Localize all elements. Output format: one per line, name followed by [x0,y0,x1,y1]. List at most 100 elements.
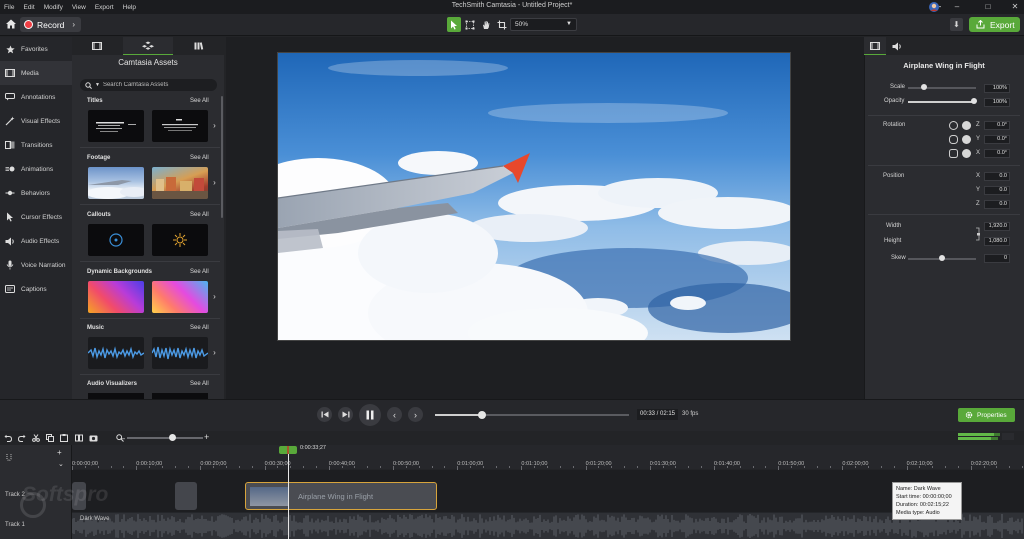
sidebar-item-voice-narration[interactable]: Voice Narration [0,253,72,277]
rotation-x-field[interactable]: 0.0° [984,149,1010,158]
opacity-slider-knob[interactable] [971,98,977,104]
chevron-right-icon[interactable]: › [210,120,219,132]
asset-thumbnail-footage-2[interactable] [152,167,208,199]
see-all-link[interactable]: See All [190,98,209,104]
video-canvas[interactable] [277,52,791,341]
asset-thumbnail-footage-1[interactable] [88,167,144,199]
see-all-link[interactable]: See All [190,381,209,387]
opacity-value-field[interactable]: 100% [984,98,1010,107]
paste-icon[interactable] [59,433,69,443]
minimize-icon[interactable]: – [950,1,964,12]
menu-export[interactable]: Export [95,4,114,11]
asset-thumbnail-background-2[interactable] [152,281,208,313]
tab-library[interactable] [173,37,224,55]
skew-slider-knob[interactable] [939,255,945,261]
assets-scrollbar[interactable] [221,96,223,218]
see-all-link[interactable]: See All [190,325,209,331]
asset-thumbnail-title-2[interactable] [152,110,208,142]
rotation-z-dial[interactable] [962,121,971,130]
chevron-down-icon[interactable]: ⌄ [58,460,66,468]
asset-thumbnail-title-1[interactable] [88,110,144,142]
sidebar-item-visual-effects[interactable]: Visual Effects [0,109,72,133]
menu-help[interactable]: Help [123,4,136,11]
menu-edit[interactable]: Edit [23,4,34,11]
add-track-icon[interactable]: + [57,448,65,457]
pan-tool[interactable] [479,17,493,32]
chevron-right-icon[interactable]: › [210,177,219,189]
sidebar-item-annotations[interactable]: Annotations [0,85,72,109]
sidebar-item-transitions[interactable]: Transitions [0,133,72,157]
split-icon[interactable] [74,433,84,443]
sidebar-item-cursor-effects[interactable]: Cursor Effects [0,205,72,229]
maximize-icon[interactable]: □ [981,1,995,12]
menu-file[interactable]: File [4,4,14,11]
timeline-zoom-track[interactable] [127,437,203,439]
rotation-z-field[interactable]: 0.0° [984,121,1010,130]
position-x-field[interactable]: 0.0 [984,172,1010,181]
sidebar-item-captions[interactable]: Captions [0,277,72,301]
rotation-x-dial[interactable] [962,149,971,158]
sidebar-item-audio-effects[interactable]: Audio Effects [0,229,72,253]
previous-button[interactable]: ‹ [387,407,402,422]
width-field[interactable]: 1,920.0 [984,222,1010,231]
menu-view[interactable]: View [72,4,86,11]
asset-thumbnail-music-1[interactable] [88,337,144,369]
download-button[interactable]: ⬇ [950,18,963,31]
zoom-select[interactable]: 50% ▼ [510,18,577,31]
properties-button[interactable]: Properties [958,408,1015,422]
step-back-button[interactable] [317,407,332,422]
camera-icon[interactable] [88,433,98,443]
playhead-handle[interactable] [279,446,297,454]
asset-thumbnail-callout-1[interactable] [88,224,144,256]
rotation-y-dial[interactable] [962,135,971,144]
copy-icon[interactable] [45,433,55,443]
magnet-icon[interactable] [6,453,12,463]
skew-value-field[interactable]: 0 [984,254,1010,263]
scale-slider-knob[interactable] [921,84,927,90]
sidebar-item-favorites[interactable]: Favorites [0,37,72,61]
asset-thumbnail-background-1[interactable] [88,281,144,313]
sidebar-item-animations[interactable]: Animations [0,157,72,181]
home-icon[interactable] [4,17,18,31]
chevron-right-icon[interactable]: › [210,291,219,303]
timeline-zoom-knob[interactable] [169,434,176,441]
step-forward-button[interactable] [338,407,353,422]
user-avatar[interactable] [928,1,942,13]
tab-audio-properties[interactable] [886,37,908,55]
see-all-link[interactable]: See All [190,269,209,275]
undo-icon[interactable] [3,433,13,443]
pause-button[interactable] [359,404,381,426]
arrow-select-tool[interactable] [447,17,461,32]
tab-camtasia-assets[interactable] [122,37,174,55]
menu-modify[interactable]: Modify [44,4,63,11]
asset-search-box[interactable]: ▼ [80,79,217,91]
crop-tool[interactable] [495,17,509,32]
lock-aspect-icon[interactable] [975,227,981,241]
asset-thumbnail-music-2[interactable] [152,337,208,369]
record-button[interactable]: Record › [20,17,81,32]
selected-media-clip[interactable]: Airplane Wing in Flight [245,482,437,510]
tab-visual-properties[interactable] [864,37,886,55]
zoom-in-icon[interactable]: + [204,431,212,443]
opacity-slider-track[interactable] [908,101,976,103]
edit-points-tool[interactable] [463,17,477,32]
media-clip-small[interactable] [175,482,197,510]
asset-thumbnail-callout-2[interactable] [152,224,208,256]
rotation-y-field[interactable]: 0.0° [984,135,1010,144]
position-y-field[interactable]: 0.0 [984,186,1010,195]
see-all-link[interactable]: See All [190,155,209,161]
next-button[interactable]: › [408,407,423,422]
sidebar-item-behaviors[interactable]: Behaviors [0,181,72,205]
scale-slider-track[interactable] [908,87,976,89]
asset-search-input[interactable] [102,82,213,88]
scale-value-field[interactable]: 100% [984,84,1010,93]
redo-icon[interactable] [17,433,27,443]
chevron-right-icon[interactable]: › [210,347,219,359]
export-button[interactable]: Export [969,17,1020,32]
tab-media-bin[interactable] [72,37,123,55]
track-2-row[interactable] [72,470,1024,512]
sidebar-item-media[interactable]: Media [0,61,72,85]
height-field[interactable]: 1,080.0 [984,237,1010,246]
cut-icon[interactable] [31,433,41,443]
position-z-field[interactable]: 0.0 [984,200,1010,209]
